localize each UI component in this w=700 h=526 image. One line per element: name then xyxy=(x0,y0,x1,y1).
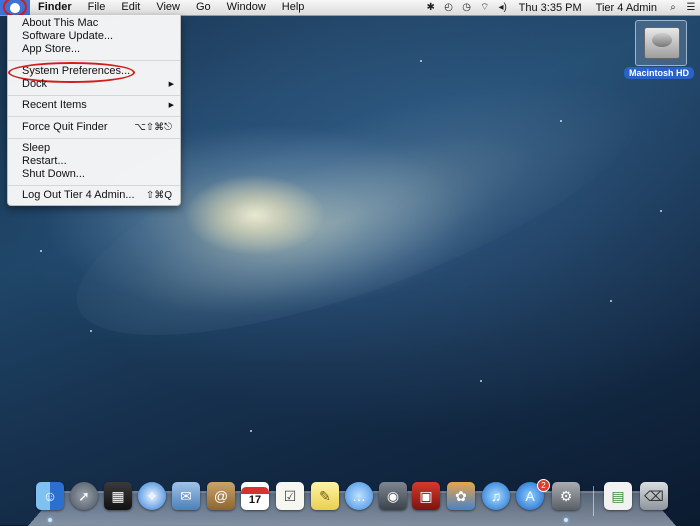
menu-separator xyxy=(8,60,180,61)
notification-list-icon[interactable]: ☰ xyxy=(682,2,700,13)
clock-icon[interactable]: ◷ xyxy=(458,2,476,13)
running-indicator xyxy=(564,518,568,522)
menu-view[interactable]: View xyxy=(148,0,188,15)
submenu-arrow-icon: ▶ xyxy=(168,81,174,88)
apple-menu-button[interactable] xyxy=(0,0,30,17)
wifi-icon[interactable]: ⌔ xyxy=(476,1,494,14)
volume-icon[interactable]: ◂) xyxy=(494,2,512,13)
app-menu-finder[interactable]: Finder xyxy=(30,0,80,15)
calendar-day: 17 xyxy=(248,493,262,506)
user-menu[interactable]: Tier 4 Admin xyxy=(589,2,664,14)
spotlight-icon[interactable]: ⌕ xyxy=(664,2,682,13)
iphoto-icon[interactable]: ✿ xyxy=(447,482,475,510)
star xyxy=(660,210,662,212)
menu-item-label: Force Quit Finder xyxy=(22,121,108,133)
menu-item-label: Dock xyxy=(22,78,48,90)
shortcut-label: ⇧⌘Q xyxy=(145,190,172,201)
menu-extras: ✱ ◴ ◷ ⌔ ◂) Thu 3:35 PM Tier 4 Admin ⌕ ☰ xyxy=(422,0,700,15)
star xyxy=(560,120,562,122)
messages-icon[interactable]: … xyxy=(345,482,373,510)
star xyxy=(610,300,612,302)
menu-item-force-quit[interactable]: Force Quit Finder ⌥⇧⌘⎋ xyxy=(8,121,180,134)
menu-bar: Finder File Edit View Go Window Help ✱ ◴… xyxy=(0,0,700,17)
menu-item-label: Restart... xyxy=(22,155,67,167)
star xyxy=(40,250,42,252)
menu-separator xyxy=(8,95,180,96)
finder-icon[interactable]: ☺ xyxy=(36,482,64,510)
menu-edit[interactable]: Edit xyxy=(113,0,148,15)
star xyxy=(420,60,422,62)
menu-item-label: App Store... xyxy=(22,43,81,55)
menu-item-app-store[interactable]: App Store... xyxy=(8,43,180,56)
star xyxy=(480,380,482,382)
menu-item-software-update[interactable]: Software Update... xyxy=(8,30,180,43)
drive-platter xyxy=(652,33,672,47)
notes-icon[interactable]: ✎ xyxy=(311,482,339,510)
menu-item-about-this-mac[interactable]: About This Mac xyxy=(8,17,180,30)
menu-clock[interactable]: Thu 3:35 PM xyxy=(512,2,589,14)
app-store-badge: 2 xyxy=(537,479,550,492)
itunes-icon[interactable]: ♫ xyxy=(482,482,510,510)
running-indicator xyxy=(48,518,52,522)
photo-booth-icon[interactable]: ▣ xyxy=(412,482,440,510)
time-machine-icon[interactable]: ◴ xyxy=(440,2,458,13)
menu-item-label: Software Update... xyxy=(22,30,114,42)
bluetooth-icon[interactable]: ✱ xyxy=(422,2,440,13)
star xyxy=(90,330,92,332)
macintosh-hd-label[interactable]: Macintosh HD xyxy=(624,67,694,79)
shortcut-label: ⌥⇧⌘⎋ xyxy=(134,122,172,133)
system-preferences-icon[interactable]: ⚙ xyxy=(552,482,580,510)
menu-item-label: Shut Down... xyxy=(22,168,85,180)
menu-item-shut-down[interactable]: Shut Down... xyxy=(8,168,180,181)
menu-item-dock[interactable]: Dock ▶ xyxy=(8,78,180,91)
menu-item-log-out[interactable]: Log Out Tier 4 Admin... ⇧⌘Q xyxy=(8,189,180,202)
menu-item-label: About This Mac xyxy=(22,17,99,29)
calendar-header xyxy=(241,486,269,494)
contacts-icon[interactable]: @ xyxy=(207,482,235,510)
safari-icon[interactable]: ✧ xyxy=(138,482,166,510)
calendar-icon[interactable]: 17 xyxy=(241,482,269,510)
menu-item-label: Log Out Tier 4 Admin... xyxy=(22,189,135,201)
menu-item-label: Sleep xyxy=(22,142,51,154)
menu-help[interactable]: Help xyxy=(274,0,313,15)
dock-divider xyxy=(593,486,594,516)
submenu-arrow-icon: ▶ xyxy=(168,102,174,109)
hard-drive-icon xyxy=(644,27,680,59)
trash-icon[interactable]: ⌫ xyxy=(640,482,668,510)
menu-separator xyxy=(8,138,180,139)
launchpad-icon[interactable]: ➚ xyxy=(70,482,98,510)
menu-item-recent-items[interactable]: Recent Items ▶ xyxy=(8,99,180,112)
star xyxy=(250,430,252,432)
reminders-icon[interactable]: ☑ xyxy=(276,482,304,510)
menu-separator xyxy=(8,185,180,186)
menu-file[interactable]: File xyxy=(80,0,114,15)
menu-separator xyxy=(8,116,180,117)
facetime-icon[interactable]: ◉ xyxy=(379,482,407,510)
menu-window[interactable]: Window xyxy=(219,0,274,15)
menu-item-restart[interactable]: Restart... xyxy=(8,155,180,168)
menu-go[interactable]: Go xyxy=(188,0,219,15)
mission-control-icon[interactable]: ▦ xyxy=(104,482,132,510)
document-icon[interactable]: ▤ xyxy=(604,482,632,510)
mail-icon[interactable]: ✉ xyxy=(172,482,200,510)
menu-item-sleep[interactable]: Sleep xyxy=(8,142,180,155)
macintosh-hd-icon[interactable] xyxy=(635,20,687,66)
menu-item-label: Recent Items xyxy=(22,99,87,111)
apple-dropdown-menu: About This Mac Software Update... App St… xyxy=(7,15,181,206)
